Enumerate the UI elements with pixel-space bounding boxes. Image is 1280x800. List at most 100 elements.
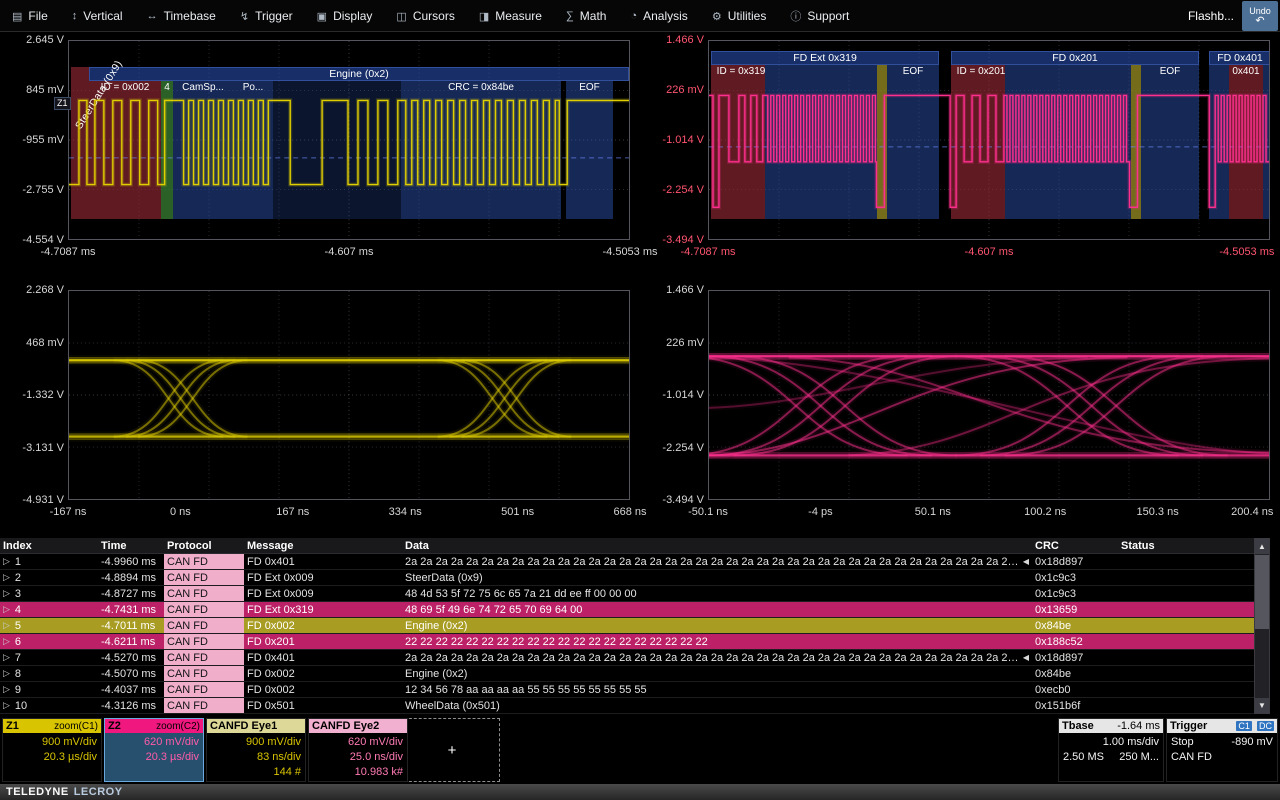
- menu-item-label: Math: [580, 9, 607, 23]
- menu-item-cursors[interactable]: ◫Cursors: [384, 0, 466, 32]
- trace-descriptor-z1[interactable]: Z1zoom(C1)900 mV/div20.3 µs/div: [2, 718, 102, 782]
- table-row[interactable]: ▷8-4.5070 msCAN FDFD 0x002Engine (0x2)0x…: [0, 666, 1254, 682]
- menu-item-math[interactable]: ∑Math: [554, 0, 619, 32]
- table-row[interactable]: ▷3-4.8727 msCAN FDFD Ext 0x00948 4d 53 5…: [0, 586, 1254, 602]
- cell-data: WheelData (0x501): [402, 698, 1032, 713]
- utilities-icon: ⚙: [712, 10, 722, 23]
- grid-canfd-eye2[interactable]: [708, 290, 1270, 500]
- x-axis-label: 501 ns: [501, 506, 534, 518]
- flashback-button[interactable]: Flashb...: [1188, 0, 1234, 32]
- expand-row-icon[interactable]: ▷: [3, 700, 10, 711]
- grid-z2-zoom-c2[interactable]: FD Ext 0x319 ID = 0x319 EOF FD 0x201 ID …: [708, 40, 1270, 240]
- scrollbar-thumb[interactable]: [1255, 555, 1269, 629]
- menu-bar: ▤File↕Vertical↔Timebase↯Trigger▣Display◫…: [0, 0, 1280, 32]
- grid-canfd-eye1[interactable]: [68, 290, 630, 500]
- column-header-time[interactable]: Time: [98, 538, 164, 553]
- cell-protocol: CAN FD: [164, 618, 244, 633]
- trace-setting: 144 #: [273, 765, 301, 780]
- cell-crc: 0x151b6f: [1032, 698, 1118, 713]
- trigger-header: Trigger C1 DC: [1167, 719, 1277, 733]
- table-row[interactable]: ▷2-4.8894 msCAN FDFD Ext 0x009SteerData …: [0, 570, 1254, 586]
- y-axis-label: 468 mV: [26, 337, 64, 349]
- menu-item-file[interactable]: ▤File: [0, 0, 60, 32]
- column-header-message[interactable]: Message: [244, 538, 402, 553]
- y-axis-label: 845 mV: [26, 84, 64, 96]
- table-row[interactable]: ▷5-4.7011 msCAN FDFD 0x002Engine (0x2)0x…: [0, 618, 1254, 634]
- table-row[interactable]: ▷7-4.5270 msCAN FDFD 0x4012a 2a 2a 2a 2a…: [0, 650, 1254, 666]
- column-header-index[interactable]: Index: [0, 538, 98, 553]
- brand-logo-2: LECROY: [74, 786, 123, 798]
- expand-row-icon[interactable]: ▷: [3, 620, 10, 631]
- expand-row-icon[interactable]: ▷: [3, 556, 10, 567]
- column-header-crc[interactable]: CRC: [1032, 538, 1118, 553]
- x-axis-label: -4.607 ms: [325, 246, 374, 258]
- expand-row-icon[interactable]: ▷: [3, 668, 10, 679]
- grid-z1-zoom-c1[interactable]: Engine (0x2) ID = 0x002 4 CamSp... Po...…: [68, 40, 630, 240]
- trigger-level: -890 mV: [1231, 735, 1273, 750]
- scroll-up-button[interactable]: ▲: [1255, 539, 1269, 554]
- expand-row-icon[interactable]: ▷: [3, 652, 10, 663]
- menu-item-support[interactable]: ⓘSupport: [778, 0, 861, 32]
- cell-message: FD 0x002: [244, 618, 402, 633]
- trace-setting: 900 mV/div: [246, 735, 301, 750]
- trigger-label: Trigger: [1170, 720, 1207, 732]
- menu-item-measure[interactable]: ◨Measure: [467, 0, 554, 32]
- z2-x-axis: -4.7087 ms-4.607 ms-4.5053 ms: [708, 246, 1270, 260]
- cell-time: -4.5070 ms: [98, 666, 164, 681]
- timebase-descriptor[interactable]: Tbase -1.64 ms 1.00 ms/div 2.50 MS 250 M…: [1058, 718, 1164, 782]
- expand-row-icon[interactable]: ▷: [3, 636, 10, 647]
- table-row[interactable]: ▷1-4.9960 msCAN FDFD 0x4012a 2a 2a 2a 2a…: [0, 554, 1254, 570]
- y-axis-label: 1.466 V: [666, 284, 704, 296]
- data-bytes: 48 4d 53 5f 72 75 6c 65 7a 21 dd ee ff 0…: [405, 588, 1029, 600]
- table-row[interactable]: ▷4-4.7431 msCAN FDFD Ext 0x31948 69 5f 4…: [0, 602, 1254, 618]
- menu-item-display[interactable]: ▣Display: [305, 0, 385, 32]
- cell-data: 2a 2a 2a 2a 2a 2a 2a 2a 2a 2a 2a 2a 2a 2…: [402, 554, 1032, 569]
- y-axis-label: -1.014 V: [662, 389, 704, 401]
- expand-row-icon[interactable]: ▷: [3, 604, 10, 615]
- menu-item-utilities[interactable]: ⚙Utilities: [700, 0, 779, 32]
- expand-row-icon[interactable]: ▷: [3, 684, 10, 695]
- expand-row-icon[interactable]: ▷: [3, 572, 10, 583]
- trigger-descriptor[interactable]: Trigger C1 DC Stop -890 mV CAN FD: [1166, 718, 1278, 782]
- cell-status: [1118, 698, 1254, 713]
- table-row[interactable]: ▷10-4.3126 msCAN FDFD 0x501WheelData (0x…: [0, 698, 1254, 714]
- column-header-status[interactable]: Status: [1118, 538, 1254, 553]
- x-axis-label: -4.5053 ms: [602, 246, 657, 258]
- row-index: 5: [15, 620, 21, 632]
- table-scrollbar[interactable]: ▲ ▼: [1254, 538, 1270, 714]
- menu-item-vertical[interactable]: ↕Vertical: [60, 0, 135, 32]
- cell-message: FD 0x401: [244, 650, 402, 665]
- add-trace-button[interactable]: +: [404, 718, 500, 782]
- data-bytes: 22 22 22 22 22 22 22 22 22 22 22 22 22 2…: [405, 636, 1029, 648]
- trace-source: zoom(C1): [54, 721, 98, 732]
- y-axis-label: -3.494 V: [662, 234, 704, 246]
- x-axis-label: -50.1 ns: [688, 506, 728, 518]
- cell-crc: 0x84be: [1032, 618, 1118, 633]
- table-row[interactable]: ▷9-4.4037 msCAN FDFD 0x00212 34 56 78 aa…: [0, 682, 1254, 698]
- menu-item-analysis[interactable]: ◔Analysis: [618, 0, 699, 32]
- row-index: 9: [15, 684, 21, 696]
- scroll-down-button[interactable]: ▼: [1255, 698, 1269, 713]
- menu-item-trigger[interactable]: ↯Trigger: [228, 0, 305, 32]
- expand-row-icon[interactable]: ▷: [3, 588, 10, 599]
- trace-descriptor-z2[interactable]: Z2zoom(C2)620 mV/div20.3 µs/div: [104, 718, 204, 782]
- data-bytes: 48 69 5f 49 6e 74 72 65 70 69 64 00: [405, 604, 1029, 616]
- decode-table-body: ▷1-4.9960 msCAN FDFD 0x4012a 2a 2a 2a 2a…: [0, 554, 1254, 714]
- cell-index: ▷2: [0, 570, 98, 585]
- eye2-diagram: [709, 291, 1269, 499]
- menu-item-timebase[interactable]: ↔Timebase: [135, 0, 228, 32]
- trace-title: CANFD Eye2: [312, 720, 379, 732]
- trace-descriptor-canfd-eye1[interactable]: CANFD Eye1900 mV/div83 ns/div144 #: [206, 718, 306, 782]
- menu-item-label: File: [28, 9, 47, 23]
- cell-protocol: CAN FD: [164, 634, 244, 649]
- table-row[interactable]: ▷6-4.6211 msCAN FDFD 0x20122 22 22 22 22…: [0, 634, 1254, 650]
- column-header-data[interactable]: Data: [402, 538, 1032, 553]
- cell-protocol: CAN FD: [164, 698, 244, 713]
- menu-item-label: Vertical: [83, 9, 122, 23]
- trace-descriptor-canfd-eye2[interactable]: CANFD Eye2620 mV/div25.0 ns/div10.983 k#: [308, 718, 408, 782]
- undo-button[interactable]: Undo ↶: [1242, 1, 1278, 31]
- column-header-protocol[interactable]: Protocol: [164, 538, 244, 553]
- trace-setting: 83 ns/div: [257, 750, 301, 765]
- cell-time: -4.7431 ms: [98, 602, 164, 617]
- y-axis-label: 226 mV: [666, 84, 704, 96]
